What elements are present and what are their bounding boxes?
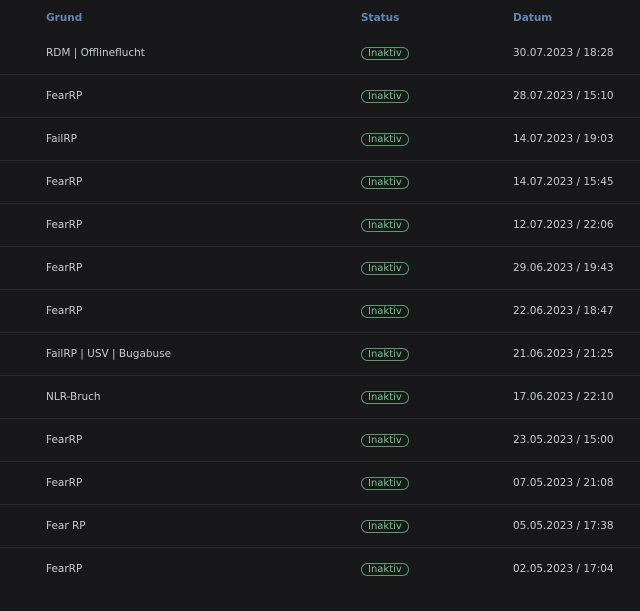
table-header: Grund Status Datum — [0, 0, 640, 32]
date-cell: 23.05.2023 / 15:00 — [513, 434, 614, 446]
table-row[interactable]: FearRP Inaktiv 23.05.2023 / 15:00 — [0, 419, 640, 462]
status-badge: Inaktiv — [361, 433, 409, 447]
status-badge: Inaktiv — [361, 390, 409, 404]
reason-cell: FearRP — [46, 563, 83, 575]
table-row[interactable]: FailRP Inaktiv 14.07.2023 / 19:03 — [0, 118, 640, 161]
date-cell: 29.06.2023 / 19:43 — [513, 262, 614, 274]
status-cell: Inaktiv — [361, 290, 409, 332]
date-cell: 07.05.2023 / 21:08 — [513, 477, 614, 489]
status-badge: Inaktiv — [361, 519, 409, 533]
reason-cell: Fear RP — [46, 520, 86, 532]
status-cell: Inaktiv — [361, 333, 409, 375]
status-badge: Inaktiv — [361, 476, 409, 490]
status-cell: Inaktiv — [361, 118, 409, 160]
table-body: RDM | Offlineflucht Inaktiv 30.07.2023 / 1… — [0, 32, 640, 590]
status-badge: Inaktiv — [361, 347, 409, 361]
table-row[interactable]: FearRP Inaktiv 02.05.2023 / 17:04 — [0, 548, 640, 590]
table-row[interactable]: FearRP Inaktiv 28.07.2023 / 15:10 — [0, 75, 640, 118]
column-header-grund[interactable]: Grund — [46, 12, 82, 24]
status-badge: Inaktiv — [361, 132, 409, 146]
date-cell: 22.06.2023 / 18:47 — [513, 305, 614, 317]
status-badge: Inaktiv — [361, 46, 409, 60]
table-row[interactable]: FearRP Inaktiv 22.06.2023 / 18:47 — [0, 290, 640, 333]
status-cell: Inaktiv — [361, 75, 409, 117]
table-row[interactable]: NLR-Bruch Inaktiv 17.06.2023 / 22:10 — [0, 376, 640, 419]
table-row[interactable]: FearRP Inaktiv 14.07.2023 / 15:45 — [0, 161, 640, 204]
status-cell: Inaktiv — [361, 161, 409, 203]
table-row[interactable]: FearRP Inaktiv 29.06.2023 / 19:43 — [0, 247, 640, 290]
column-header-status[interactable]: Status — [361, 12, 399, 24]
status-badge: Inaktiv — [361, 175, 409, 189]
warnings-table: Grund Status Datum RDM | Offlineflucht In… — [0, 0, 640, 611]
column-header-datum[interactable]: Datum — [513, 12, 552, 24]
table-row[interactable]: FailRP | USV | Bugabuse Inaktiv 21.06.2023… — [0, 333, 640, 376]
status-cell: Inaktiv — [361, 419, 409, 461]
table-row[interactable]: FearRP Inaktiv 12.07.2023 / 22:06 — [0, 204, 640, 247]
status-badge: Inaktiv — [361, 304, 409, 318]
reason-cell: FearRP — [46, 219, 83, 231]
status-badge: Inaktiv — [361, 562, 409, 576]
date-cell: 14.07.2023 / 15:45 — [513, 176, 614, 188]
reason-cell: FearRP — [46, 262, 83, 274]
status-badge: Inaktiv — [361, 89, 409, 103]
date-cell: 28.07.2023 / 15:10 — [513, 90, 614, 102]
table-row[interactable]: FearRP Inaktiv 07.05.2023 / 21:08 — [0, 462, 640, 505]
reason-cell: FearRP — [46, 90, 83, 102]
date-cell: 14.07.2023 / 19:03 — [513, 133, 614, 145]
table-row[interactable]: RDM | Offlineflucht Inaktiv 30.07.2023 / 1… — [0, 32, 640, 75]
date-cell: 30.07.2023 / 18:28 — [513, 47, 614, 59]
status-cell: Inaktiv — [361, 32, 409, 74]
table-row[interactable]: Fear RP Inaktiv 05.05.2023 / 17:38 — [0, 505, 640, 548]
date-cell: 12.07.2023 / 22:06 — [513, 219, 614, 231]
date-cell: 21.06.2023 / 21:25 — [513, 348, 614, 360]
date-cell: 17.06.2023 / 22:10 — [513, 391, 614, 403]
status-badge: Inaktiv — [361, 218, 409, 232]
date-cell: 02.05.2023 / 17:04 — [513, 563, 614, 575]
reason-cell: FailRP | USV | Bugabuse — [46, 348, 172, 360]
status-badge: Inaktiv — [361, 261, 409, 275]
reason-cell: FearRP — [46, 176, 83, 188]
reason-cell: FearRP — [46, 477, 83, 489]
status-cell: Inaktiv — [361, 548, 409, 590]
reason-cell: FailRP — [46, 133, 77, 145]
status-cell: Inaktiv — [361, 204, 409, 246]
status-cell: Inaktiv — [361, 462, 409, 504]
reason-cell: NLR-Bruch — [46, 391, 101, 403]
reason-cell: FearRP — [46, 434, 83, 446]
reason-cell: FearRP — [46, 305, 83, 317]
reason-cell: RDM | Offlineflucht — [46, 47, 145, 59]
status-cell: Inaktiv — [361, 376, 409, 418]
date-cell: 05.05.2023 / 17:38 — [513, 520, 614, 532]
status-cell: Inaktiv — [361, 247, 409, 289]
status-cell: Inaktiv — [361, 505, 409, 547]
